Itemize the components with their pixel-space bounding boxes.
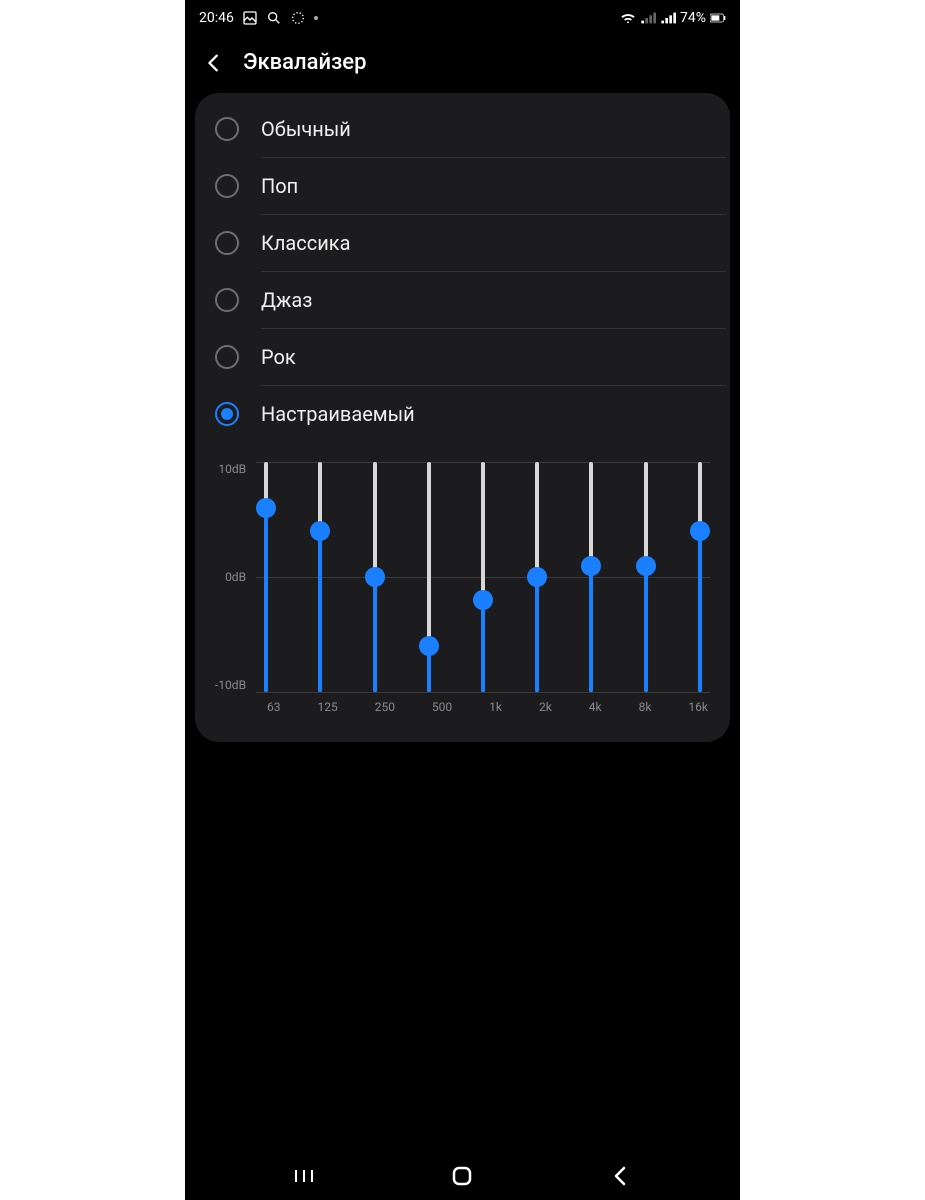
slider-fill bbox=[698, 531, 702, 692]
x-axis: 63 125 250 500 1k 2k 4k 8k 16k bbox=[195, 692, 730, 714]
preset-normal[interactable]: Обычный bbox=[195, 101, 730, 157]
slider-fill bbox=[535, 577, 539, 692]
preset-classic[interactable]: Классика bbox=[195, 215, 730, 271]
slider-thumb[interactable] bbox=[690, 521, 710, 541]
preset-label: Рок bbox=[261, 345, 296, 369]
eq-grid bbox=[256, 462, 710, 692]
eq-band-8k[interactable] bbox=[644, 462, 648, 692]
preset-label: Джаз bbox=[261, 288, 312, 312]
equalizer-card: Обычный Поп Классика Джаз Рок Настраиваемый 1… bbox=[195, 93, 730, 742]
slider-fill bbox=[644, 566, 648, 693]
eq-band-4k[interactable] bbox=[589, 462, 593, 692]
slider-fill bbox=[264, 508, 268, 692]
page-title: Эквалайзер bbox=[243, 50, 366, 75]
radio-classic[interactable] bbox=[215, 231, 239, 255]
slider-thumb[interactable] bbox=[636, 556, 656, 576]
search-icon bbox=[266, 10, 282, 26]
y-axis: 10dB 0dB -10dB bbox=[215, 462, 252, 692]
x-tick: 63 bbox=[267, 700, 281, 714]
back-button[interactable] bbox=[203, 52, 225, 74]
slider-fill bbox=[481, 600, 485, 692]
radio-custom[interactable] bbox=[215, 402, 239, 426]
slider-fill bbox=[589, 566, 593, 693]
preset-jazz[interactable]: Джаз bbox=[195, 272, 730, 328]
preset-label: Классика bbox=[261, 231, 350, 255]
x-tick: 500 bbox=[432, 700, 452, 714]
slider-thumb[interactable] bbox=[419, 636, 439, 656]
radio-rock[interactable] bbox=[215, 345, 239, 369]
preset-list: Обычный Поп Классика Джаз Рок Настраиваемый bbox=[195, 101, 730, 442]
x-tick: 8k bbox=[639, 700, 652, 714]
gallery-icon bbox=[242, 10, 258, 26]
preset-label: Обычный bbox=[261, 117, 351, 141]
navigation-bar bbox=[185, 1152, 740, 1200]
signal-icon bbox=[640, 10, 656, 26]
loading-icon bbox=[290, 10, 306, 26]
slider-thumb[interactable] bbox=[473, 590, 493, 610]
preset-label: Поп bbox=[261, 174, 298, 198]
recents-button[interactable] bbox=[292, 1164, 316, 1188]
slider-thumb[interactable] bbox=[310, 521, 330, 541]
home-button[interactable] bbox=[450, 1164, 474, 1188]
eq-band-250[interactable] bbox=[373, 462, 377, 692]
radio-pop[interactable] bbox=[215, 174, 239, 198]
slider-thumb[interactable] bbox=[365, 567, 385, 587]
x-tick: 125 bbox=[317, 700, 337, 714]
signal-icon bbox=[660, 10, 676, 26]
wifi-icon bbox=[620, 10, 636, 26]
slider-fill bbox=[318, 531, 322, 692]
radio-jazz[interactable] bbox=[215, 288, 239, 312]
status-time: 20:46 bbox=[199, 10, 234, 26]
x-tick: 2k bbox=[539, 700, 552, 714]
x-tick: 1k bbox=[489, 700, 502, 714]
preset-pop[interactable]: Поп bbox=[195, 158, 730, 214]
eq-band-16k[interactable] bbox=[698, 462, 702, 692]
nav-back-button[interactable] bbox=[609, 1164, 633, 1188]
battery-text: 74% bbox=[680, 10, 706, 26]
x-tick: 16k bbox=[688, 700, 708, 714]
app-bar: Эквалайзер bbox=[185, 36, 740, 93]
y-tick: 10dB bbox=[218, 462, 246, 476]
eq-band-1k[interactable] bbox=[481, 462, 485, 692]
eq-band-125[interactable] bbox=[318, 462, 322, 692]
slider-thumb[interactable] bbox=[581, 556, 601, 576]
eq-band-2k[interactable] bbox=[535, 462, 539, 692]
status-bar: 20:46 74% bbox=[185, 0, 740, 36]
y-tick: 0dB bbox=[225, 570, 246, 584]
y-tick: -10dB bbox=[215, 678, 246, 692]
eq-band-63[interactable] bbox=[264, 462, 268, 692]
slider-thumb[interactable] bbox=[527, 567, 547, 587]
battery-icon bbox=[710, 10, 726, 26]
more-indicator-icon bbox=[314, 16, 318, 20]
slider-fill bbox=[373, 577, 377, 692]
preset-custom[interactable]: Настраиваемый bbox=[195, 386, 730, 442]
equalizer-chart: 10dB 0dB -10dB bbox=[195, 442, 730, 692]
radio-normal[interactable] bbox=[215, 117, 239, 141]
preset-label: Настраиваемый bbox=[261, 402, 415, 426]
slider-thumb[interactable] bbox=[256, 498, 276, 518]
preset-rock[interactable]: Рок bbox=[195, 329, 730, 385]
eq-band-500[interactable] bbox=[427, 462, 431, 692]
x-tick: 4k bbox=[589, 700, 602, 714]
x-tick: 250 bbox=[375, 700, 395, 714]
